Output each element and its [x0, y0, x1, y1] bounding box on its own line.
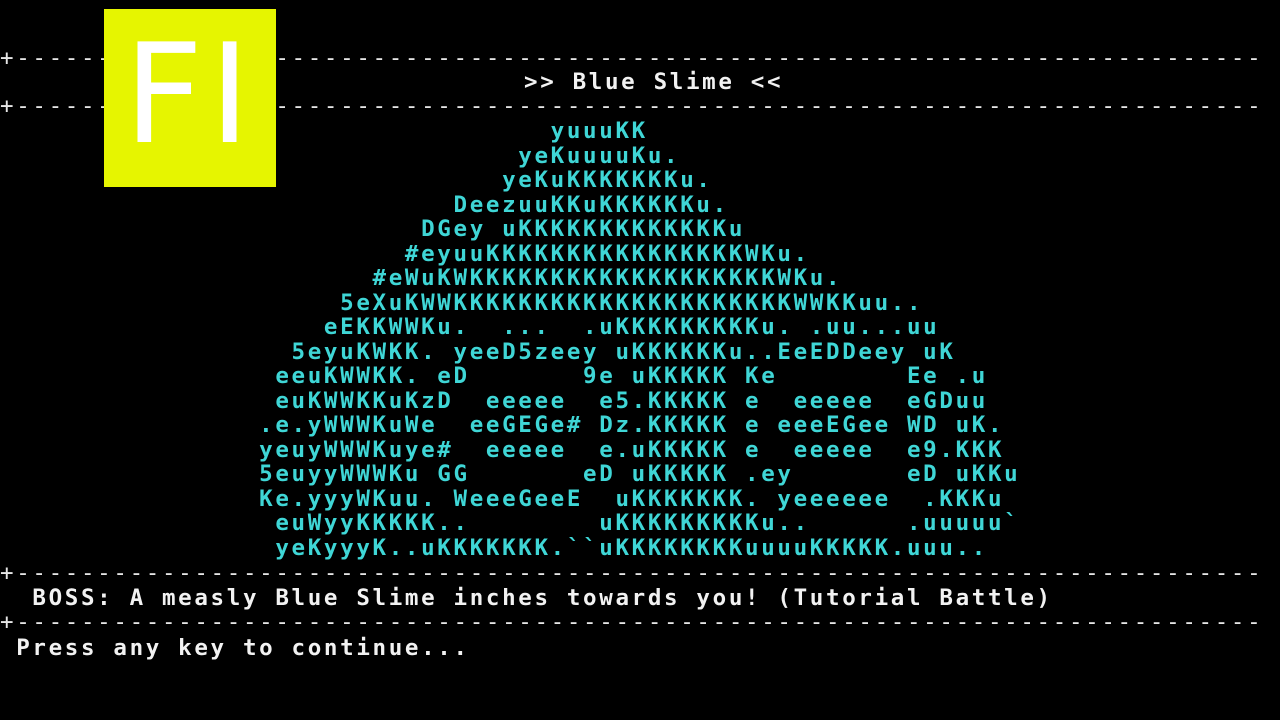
message-top-border: +---------------------------------------… [0, 560, 1264, 586]
enemy-title-text: >> Blue Slime << [524, 69, 784, 95]
message-bottom-border: +---------------------------------------… [0, 609, 1264, 635]
ascii-art-row: #eyuuKKKKKKKKKKKKKKKKWKu. [0, 240, 810, 267]
continue-prompt[interactable]: Press any key to continue... [0, 636, 470, 660]
ascii-art-row: eEKKWWKu. ... .uKKKKKKKKKu. .uu...uu [0, 314, 940, 340]
ascii-art-row: euWyyKKKKK.. uKKKKKKKKKu.. .uuuuu` [0, 510, 1021, 536]
enemy-title: >> Blue Slime << [524, 70, 783, 94]
boss-message: BOSS: A measly Blue Slime inches towards… [0, 585, 1053, 611]
ascii-art-row: #eWuKWKKKKKKKKKKKKKKKKKKKWKu. [0, 265, 843, 291]
ascii-art-row: DGey uKKKKKKKKKKKKKu [0, 216, 746, 242]
ascii-art-row: euKWWKKuKzD eeeee e5.KKKKK e eeeee eGDuu [0, 387, 988, 414]
ascii-art-row: DeezuuKKuKKKKKKu. [0, 191, 729, 218]
ascii-art-row: eeuKWWKK. eD 9e uKKKKK Ke Ee .u [0, 363, 988, 389]
ascii-art-row: .e.yWWWKuWe eeGEGe# Dz.KKKKK e eeeEGee W… [0, 412, 1005, 438]
ascii-art-row: 5eyuKWKK. yeeD5zeey uKKKKKKu..EeEDDeey u… [0, 338, 956, 365]
ascii-art-row: 5eXuKWWKKKKKKKKKKKKKKKKKKKKKWWKKuu.. [0, 289, 924, 316]
logo-text: FI [123, 14, 257, 175]
ascii-art-row: yeKyyyK..uKKKKKKK.``uKKKKKKKKuuuuKKKKK.u… [0, 534, 988, 561]
ascii-art-row: 5euyyWWWKu GG eD uKKKKK .ey eD uKKu [0, 461, 1021, 487]
fi-logo-badge: FI [104, 9, 276, 187]
ascii-art-row: yeuyWWWKuye# eeeee e.uKKKKK e eeeee e9.K… [0, 436, 1005, 463]
ascii-art-row: Ke.yyyWKuu. WeeeGeeE uKKKKKKK. yeeeeee .… [0, 485, 1005, 512]
